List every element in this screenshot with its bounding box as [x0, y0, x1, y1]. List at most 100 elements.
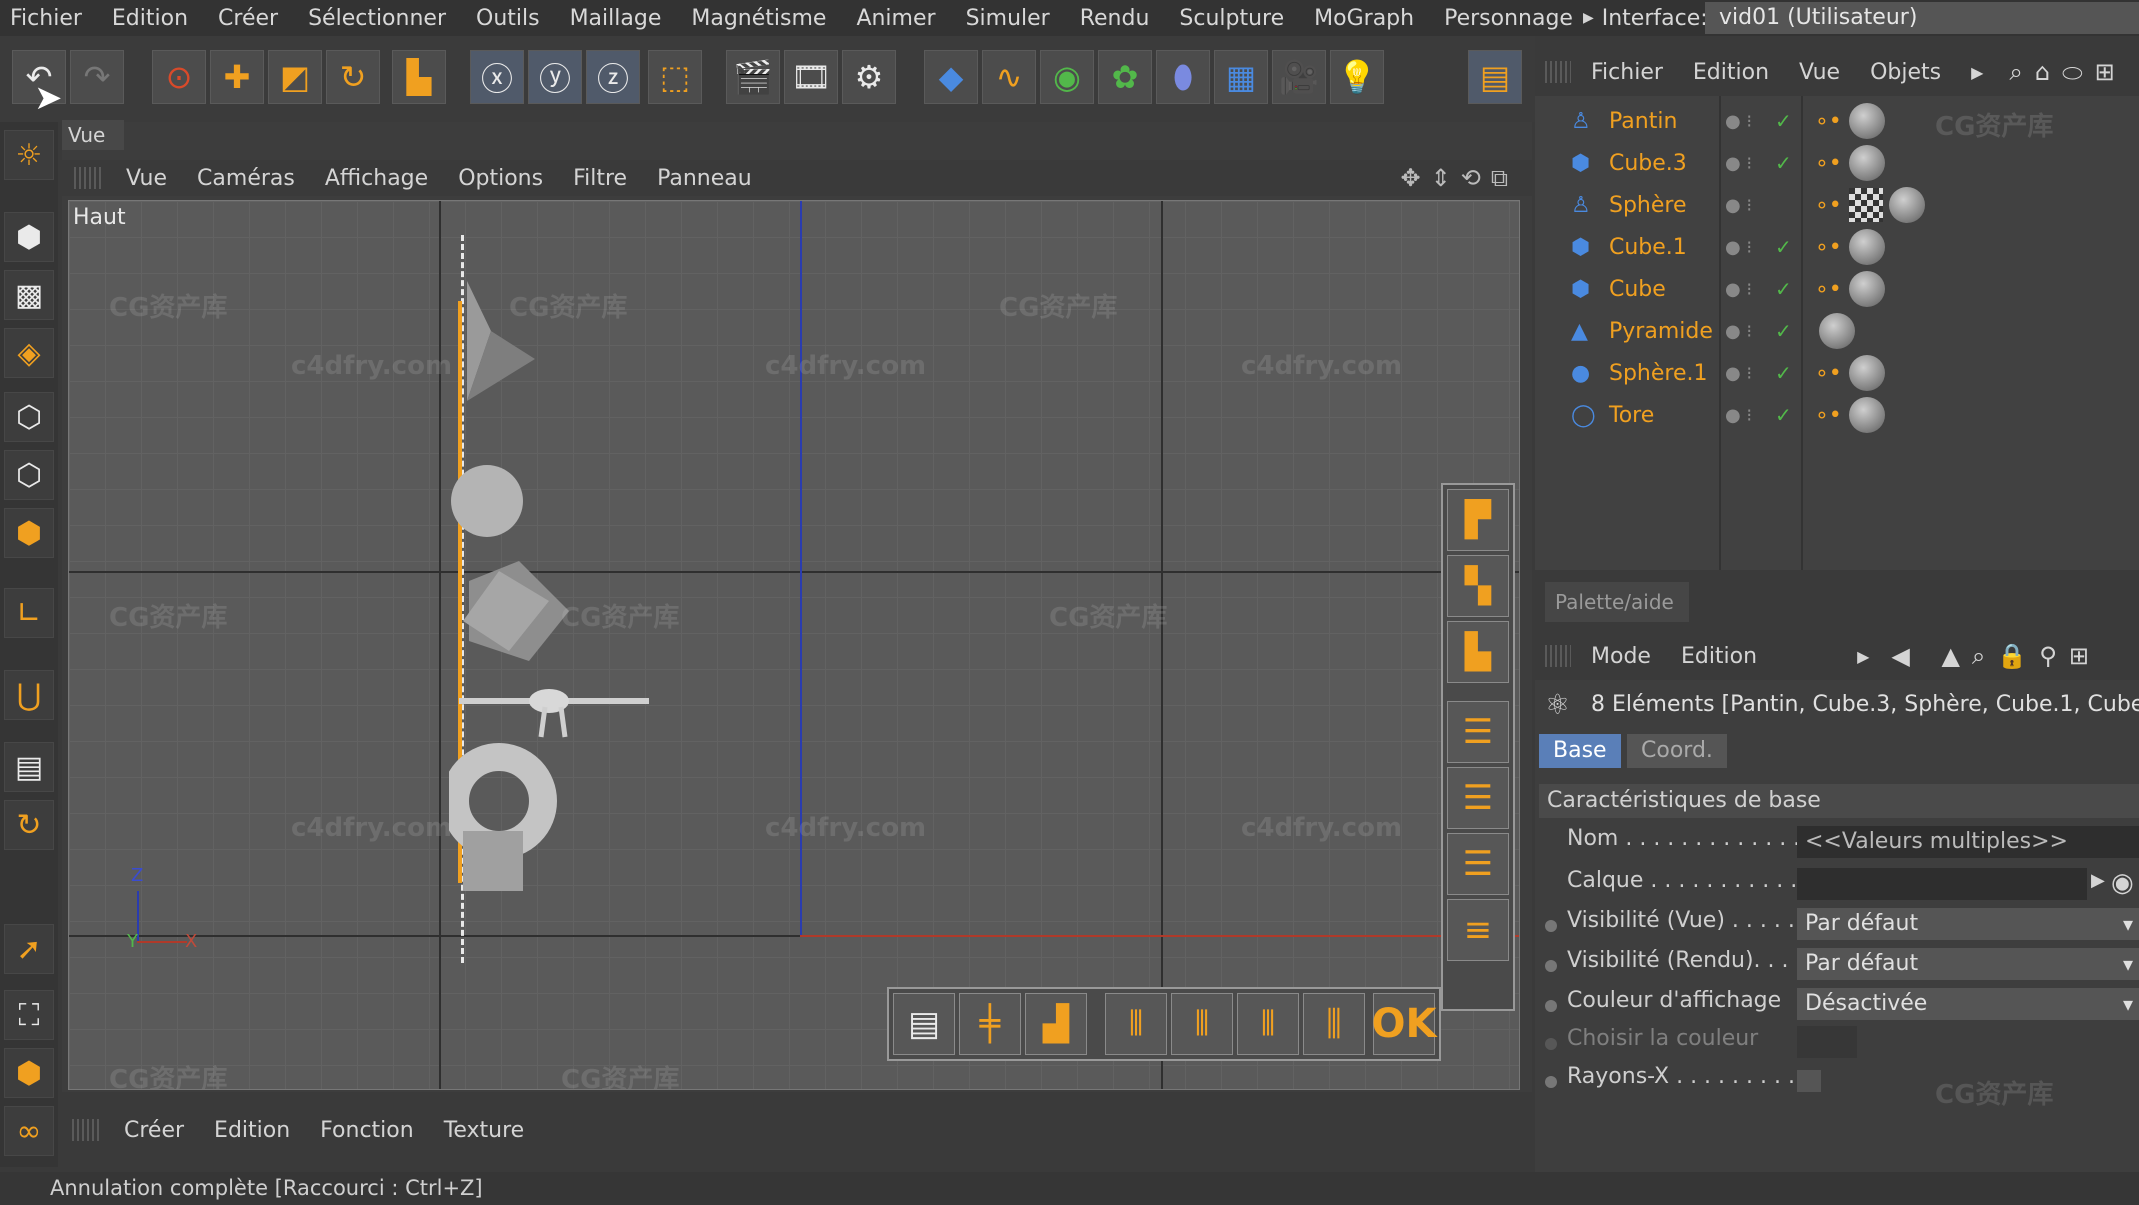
material-tag-icon[interactable]	[1849, 271, 1885, 307]
viewport-canvas[interactable]: Haut Z Y X CG资产库 CG资产库 CG资产库 c4dfry.com …	[68, 200, 1520, 1090]
align-tool-icon[interactable]: ▙	[392, 50, 446, 104]
object-row-cube[interactable]: ⬢ Cube ● ⁝ ✓ ∘•	[1535, 268, 2139, 310]
texture-tag-icon[interactable]	[1849, 188, 1883, 222]
menu-maillage[interactable]: Maillage	[570, 6, 662, 31]
vp-menu-cameras[interactable]: Caméras	[197, 166, 295, 191]
om-menu-vue[interactable]: Vue	[1799, 60, 1840, 85]
name-field[interactable]: <<Valeurs multiples>>	[1797, 826, 2139, 858]
workplane-mode-icon[interactable]: ◈	[4, 328, 54, 378]
add-floor-icon[interactable]: ▦	[1214, 50, 1268, 104]
animate-bullet-icon[interactable]	[1545, 960, 1557, 972]
workplane-lock-icon[interactable]: ▤	[4, 742, 54, 792]
visibility-dots-icon[interactable]: ● ⁝	[1725, 195, 1752, 216]
visibility-dots-icon[interactable]: ● ⁝	[1725, 363, 1752, 384]
material-tag-icon[interactable]	[1849, 145, 1885, 181]
material-tag-icon[interactable]	[1849, 397, 1885, 433]
visibility-dots-icon[interactable]: ● ⁝	[1725, 237, 1752, 258]
render-picture-viewer-icon[interactable]: 🎞	[784, 50, 838, 104]
visibility-dots-icon[interactable]: ● ⁝	[1725, 279, 1752, 300]
am-overflow-arrow-icon[interactable]: ▶	[1857, 647, 1869, 666]
visibility-dots-icon[interactable]: ● ⁝	[1725, 153, 1752, 174]
menu-overflow-arrow-icon[interactable]: ▶	[1583, 10, 1594, 26]
tag-phong-icon[interactable]: ∘•	[1815, 193, 1842, 218]
layer-field[interactable]	[1797, 868, 2087, 900]
object-row-cube3[interactable]: ⬢ Cube.3 ● ⁝ ✓ ∘•	[1535, 142, 2139, 184]
enabled-check-icon[interactable]: ✓	[1775, 277, 1792, 301]
vp-menu-panneau[interactable]: Panneau	[657, 166, 752, 191]
enabled-check-icon[interactable]: ✓	[1775, 403, 1792, 427]
distribute-hcenter-icon[interactable]: ⫴	[1171, 993, 1233, 1055]
am-nav-icons[interactable]: ◀ ▲⌕🔒⚲⊞	[1891, 642, 2101, 670]
mat-grip-icon[interactable]	[72, 1119, 102, 1141]
am-grip-icon[interactable]	[1545, 645, 1571, 667]
menu-animer[interactable]: Animer	[856, 6, 935, 31]
material-tag-icon[interactable]	[1819, 313, 1855, 349]
om-tool-icons[interactable]: ⌕⌂⬭⊞	[2009, 58, 2126, 86]
visibility-dots-icon[interactable]: ● ⁝	[1725, 321, 1752, 342]
animate-bullet-icon[interactable]	[1545, 920, 1557, 932]
layer-arrow-icon[interactable]: ▶	[2091, 870, 2105, 891]
menu-magnetisme[interactable]: Magnétisme	[691, 6, 826, 31]
material-tag-icon[interactable]	[1849, 355, 1885, 391]
points-mode-icon[interactable]: ⬡	[4, 392, 54, 442]
align-center-h-icon[interactable]: ╪	[959, 993, 1021, 1055]
menu-sculpture[interactable]: Sculpture	[1179, 6, 1284, 31]
color-swatch[interactable]	[1797, 1026, 1857, 1058]
add-array-icon[interactable]: ✿	[1098, 50, 1152, 104]
animate-bullet-icon[interactable]	[1545, 1076, 1557, 1088]
menu-outils[interactable]: Outils	[476, 6, 540, 31]
enabled-check-icon[interactable]: ✓	[1775, 151, 1792, 175]
vp-menu-affichage[interactable]: Affichage	[325, 166, 428, 191]
object-name[interactable]: Cube	[1609, 277, 1666, 302]
live-selection-icon[interactable]: ➚	[4, 924, 54, 974]
enabled-check-icon[interactable]: ✓	[1775, 361, 1792, 385]
object-mode-icon[interactable]: ⬢	[4, 212, 54, 262]
render-settings-icon[interactable]: ⚙	[842, 50, 896, 104]
distribute-top-icon[interactable]: ☰	[1447, 701, 1509, 763]
visibility-editor-dropdown[interactable]: Par défaut	[1797, 908, 2139, 940]
object-name[interactable]: Cube.1	[1609, 235, 1687, 260]
object-row-sphere1[interactable]: ● Sphère.1 ● ⁝ ✓ ∘•	[1535, 352, 2139, 394]
workplane-rotate-icon[interactable]: ↻	[4, 800, 54, 850]
model-mode-icon[interactable]: ☼	[4, 130, 54, 180]
vp-menu-options[interactable]: Options	[458, 166, 543, 191]
menu-rendu[interactable]: Rendu	[1080, 6, 1150, 31]
layout-selector[interactable]: vid01 (Utilisateur)	[1705, 2, 2139, 34]
menu-fichier[interactable]: Fichier	[10, 6, 82, 31]
render-view-icon[interactable]: 🎬	[726, 50, 780, 104]
align-left-icon[interactable]: ▤	[893, 993, 955, 1055]
cube-small-icon[interactable]: ⬢	[4, 1048, 54, 1098]
object-name[interactable]: Sphère.1	[1609, 361, 1708, 386]
add-spline-icon[interactable]: ∿	[982, 50, 1036, 104]
tag-phong-icon[interactable]: ∘•	[1815, 109, 1842, 134]
tag-phong-icon[interactable]: ∘•	[1815, 361, 1842, 386]
material-tag-icon[interactable]	[1849, 103, 1885, 139]
object-row-tore[interactable]: ◯ Tore ● ⁝ ✓ ∘•	[1535, 394, 2139, 436]
mat-menu-texture[interactable]: Texture	[444, 1118, 525, 1143]
tab-coord[interactable]: Coord.	[1627, 734, 1727, 768]
frame-selection-icon[interactable]: ⛶	[4, 990, 54, 1040]
layer-picker-icon[interactable]: ◉	[2111, 868, 2134, 898]
enabled-check-icon[interactable]: ✓	[1775, 235, 1792, 259]
menu-personnage[interactable]: Personnage	[1444, 6, 1573, 31]
distribute-right-icon[interactable]: ⫴	[1237, 993, 1299, 1055]
viewport-nav-icons[interactable]: ✥⇕⟲⧉	[1401, 164, 1518, 192]
object-row-cube1[interactable]: ⬢ Cube.1 ● ⁝ ✓ ∘•	[1535, 226, 2139, 268]
object-row-pyramide[interactable]: ▲ Pyramide ● ⁝ ✓	[1535, 310, 2139, 352]
add-cube-icon[interactable]: ◆	[924, 50, 978, 104]
lock-y-axis-icon[interactable]: ⓨ	[528, 50, 582, 104]
menu-selectionner[interactable]: Sélectionner	[308, 6, 446, 31]
tag-phong-icon[interactable]: ∘•	[1815, 403, 1842, 428]
texture-mode-icon[interactable]: ▩	[4, 270, 54, 320]
mat-menu-edition[interactable]: Edition	[214, 1118, 290, 1143]
add-camera-icon[interactable]: 🎥	[1272, 50, 1326, 104]
glasses-icon[interactable]: ∞	[4, 1106, 54, 1156]
vp-menu-filtre[interactable]: Filtre	[573, 166, 627, 191]
am-menu-edition[interactable]: Edition	[1681, 644, 1757, 669]
align-right-icon[interactable]: ▟	[1025, 993, 1087, 1055]
object-name[interactable]: Sphère	[1609, 193, 1687, 218]
lock-z-axis-icon[interactable]: ⓩ	[586, 50, 640, 104]
viewport-tab[interactable]: Vue	[62, 120, 124, 150]
om-menu-edition[interactable]: Edition	[1693, 60, 1769, 85]
select-tool-icon[interactable]: ⊙	[152, 50, 206, 104]
